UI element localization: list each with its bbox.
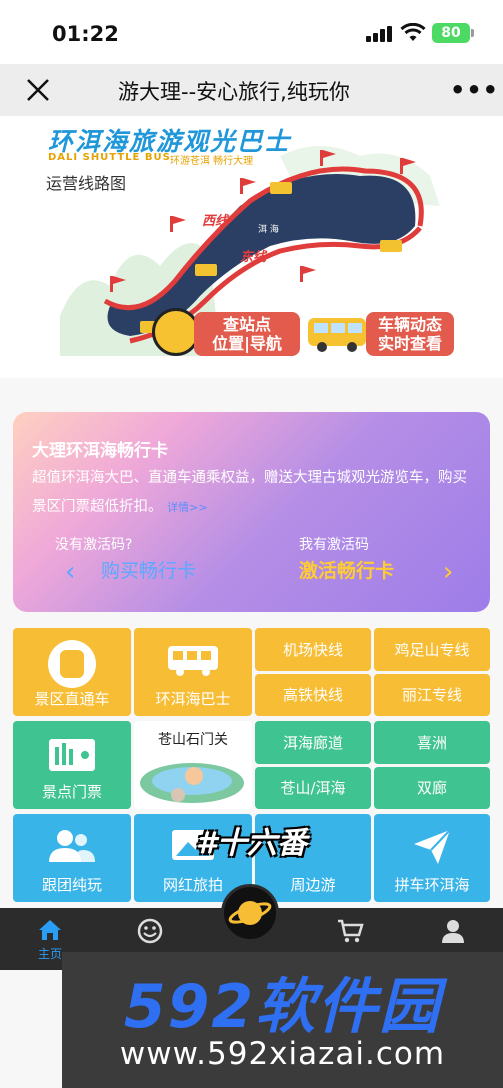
scenic-bus-tile[interactable]: 景区直通车 (13, 628, 131, 716)
lijiang-line-label: 丽江专线 (401, 686, 462, 704)
shuanglang-label: 双廊 (416, 779, 447, 797)
station-btn-line1: 查站点 (222, 315, 271, 334)
paper-plane-icon (414, 829, 451, 864)
cart-icon (338, 919, 364, 943)
planet-center-button[interactable] (221, 884, 279, 942)
xizhou-tile[interactable]: 喜洲 (374, 721, 490, 764)
watermark: 592软件园 www.592xiazai.com (62, 952, 503, 1088)
status-bar: 01:22 80 (0, 0, 503, 64)
nav-bar: 游大理--安心旅行,纯玩你 ••• (0, 64, 503, 116)
erhai-bus-tile[interactable]: 环洱海巴士 (134, 628, 252, 716)
wifi-icon (400, 23, 426, 41)
status-time: 01:22 (52, 22, 119, 46)
find-station-button[interactable]: 查站点 位置|导航 (152, 308, 300, 356)
ticket-icon (49, 739, 95, 771)
page: 01:22 80 游大理--安心旅行,纯玩你 ••• 环洱海旅游观光巴士 DAL… (0, 0, 503, 1088)
smile-icon (137, 918, 163, 944)
watermark-logo: 592软件园 (123, 972, 442, 1042)
tickets-tile[interactable]: 景点门票 (13, 721, 131, 809)
cangshan-gate-label: 苍山石门关 (158, 732, 228, 748)
scenic-bus-label: 景区直通车 (34, 690, 110, 708)
route-map-banner[interactable]: 环洱海旅游观光巴士 DALI SHUTTLE BUS 环游苍洱 畅行大理 运营线… (0, 116, 503, 378)
erhai-corridor-label: 洱海廊道 (282, 734, 343, 752)
vehicle-status-button[interactable]: 车辆动态 实时查看 (306, 312, 454, 356)
cangshan-gate-tile[interactable]: 苍山石门关 (134, 721, 252, 809)
group-icon (49, 830, 95, 862)
vehicle-btn-line1: 车辆动态 (377, 315, 442, 334)
vehicle-btn-line2: 实时查看 (377, 334, 442, 353)
group-tour-tile[interactable]: 跟团纯玩 (13, 814, 131, 902)
card-title: 大理环洱海畅行卡 (32, 441, 168, 461)
lake-label: 洱 海 (258, 225, 279, 235)
airport-express-label: 机场快线 (282, 641, 343, 659)
map-subtitle-en: DALI SHUTTLE BUS (48, 152, 171, 163)
chevron-right-icon: › (443, 557, 454, 587)
route-map-label: 运营线路图 (46, 174, 127, 193)
cangshan-erhai-tile[interactable]: 苍山/洱海 (255, 767, 371, 809)
chevron-left-icon: ‹ (65, 557, 76, 587)
have-code-question: 我有激活码 (299, 537, 369, 553)
card-details-link[interactable]: 详情>> (167, 501, 207, 514)
tickets-label: 景点门票 (41, 783, 102, 801)
pass-card: 大理环洱海畅行卡 超值环洱海大巴、直通车通乘权益，赠送大理古城观光游览车，购买景… (13, 412, 490, 612)
card-description: 超值环洱海大巴、直通车通乘权益，赠送大理古城观光游览车，购买景区门票超低折扣。 … (32, 470, 467, 515)
battery-icon: 80 (432, 23, 474, 43)
jizushan-line-label: 鸡足山专线 (394, 641, 470, 659)
user-icon (442, 920, 464, 943)
cangshan-erhai-label: 苍山/洱海 (280, 779, 346, 797)
signal-icon (366, 26, 392, 42)
mascot-icon (48, 640, 96, 688)
page-title: 游大理--安心旅行,纯玩你 (118, 80, 350, 104)
lijiang-line-tile[interactable]: 丽江专线 (374, 674, 490, 716)
highspeed-express-tile[interactable]: 高铁快线 (255, 674, 371, 716)
erhai-bus-label: 环洱海巴士 (155, 690, 231, 708)
bus-icon (168, 646, 218, 676)
carpool-label: 拼车环洱海 (394, 876, 470, 894)
jizushan-line-tile[interactable]: 鸡足山专线 (374, 628, 490, 671)
erhai-corridor-tile[interactable]: 洱海廊道 (255, 721, 371, 764)
east-line-label: 东线 (240, 250, 267, 265)
map-subtitle-cn: 环游苍洱 畅行大理 (170, 156, 254, 167)
group-tour-label: 跟团纯玩 (41, 876, 102, 894)
station-mascot-icon (152, 308, 200, 356)
shuanglang-tile[interactable]: 双廊 (374, 767, 490, 809)
watermark-url: www.592xiazai.com (119, 1036, 446, 1072)
activate-pass-button[interactable]: 激活畅行卡 (299, 556, 394, 583)
highspeed-express-label: 高铁快线 (282, 686, 343, 704)
more-icon[interactable]: ••• (450, 76, 498, 104)
xizhou-label: 喜洲 (416, 734, 447, 752)
station-btn-line2: 位置|导航 (212, 334, 282, 353)
buy-pass-button[interactable]: 购买畅行卡 (101, 556, 196, 583)
airport-express-tile[interactable]: 机场快线 (255, 628, 371, 671)
carpool-tile[interactable]: 拼车环洱海 (374, 814, 490, 902)
close-icon[interactable] (24, 76, 52, 104)
no-code-question: 没有激活码? (55, 537, 133, 553)
home-icon (39, 920, 61, 940)
hashtag-overlay: #十六番 (196, 826, 307, 861)
planet-icon (228, 901, 272, 925)
bus-icon (308, 318, 366, 352)
west-line-label: 西线 (202, 214, 229, 229)
